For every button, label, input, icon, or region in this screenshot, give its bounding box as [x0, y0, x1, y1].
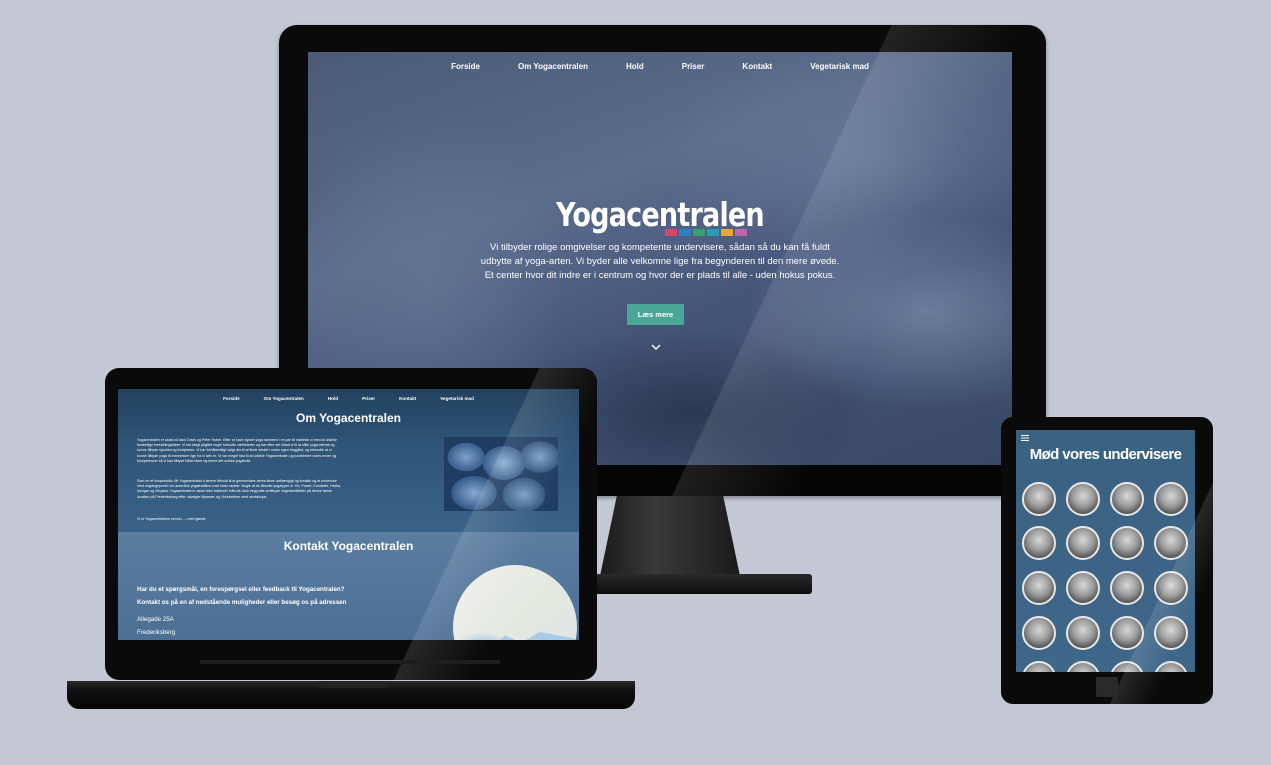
color-swatch	[693, 229, 705, 236]
teacher-avatar[interactable]	[1022, 571, 1056, 605]
teacher-avatar[interactable]	[1154, 661, 1188, 672]
about-paragraph: Yogacentralen er skabt af Jack Davis og …	[137, 438, 337, 463]
teacher-avatar[interactable]	[1066, 571, 1100, 605]
address-street: Allegade 25A	[137, 616, 174, 623]
teacher-avatar[interactable]	[1154, 571, 1188, 605]
nav-om-yogacentralen[interactable]: Om Yogacentralen	[518, 62, 588, 76]
about-paragraph: Vi er Yogacentralens venner — med glæde.	[137, 517, 207, 521]
tablet-home-button[interactable]	[1096, 677, 1118, 697]
contact-question: Har du et spørgsmål, en forespørgsel ell…	[137, 586, 345, 593]
teacher-avatar[interactable]	[1022, 661, 1056, 672]
chevron-down-icon[interactable]	[651, 342, 661, 352]
contact-instruction: Kontakt os på en af nedstående mulighede…	[137, 599, 347, 606]
teacher-avatar[interactable]	[1110, 571, 1144, 605]
teacher-avatar[interactable]	[1110, 661, 1144, 672]
color-swatch	[735, 229, 747, 236]
teacher-avatar[interactable]	[1022, 526, 1056, 560]
laptop-hinge	[200, 660, 500, 664]
nav-hold[interactable]: Hold	[626, 62, 644, 76]
hero-description: Vi tilbyder rolige omgivelser og kompete…	[480, 242, 840, 281]
nav-hold[interactable]: Hold	[328, 396, 338, 401]
nav-priser[interactable]: Priser	[682, 62, 705, 76]
teachers-title: Mød vores undervisere	[1029, 446, 1182, 463]
laptop-notch	[316, 681, 390, 688]
nav-vegetarisk-mad[interactable]: Vegetarisk mad	[440, 396, 474, 401]
monitor-stand	[600, 496, 740, 576]
laptop-nav: Forside Om Yogacentralen Hold Priser Kon…	[118, 396, 579, 401]
address-city: Frederiksberg	[137, 629, 176, 636]
teacher-avatar[interactable]	[1066, 661, 1100, 672]
laptop-screen: Forside Om Yogacentralen Hold Priser Kon…	[118, 389, 579, 640]
teacher-avatar[interactable]	[1154, 616, 1188, 650]
nav-forside[interactable]: Forside	[223, 396, 240, 401]
teacher-avatar[interactable]	[1022, 482, 1056, 516]
tablet-screen: Mød vores undervisere	[1016, 430, 1195, 672]
teacher-avatar[interactable]	[1110, 482, 1144, 516]
nav-om-yogacentralen[interactable]: Om Yogacentralen	[264, 396, 304, 401]
about-title: Om Yogacentralen	[296, 411, 401, 425]
yoga-bolster-image	[444, 437, 558, 511]
nav-priser[interactable]: Priser	[362, 396, 375, 401]
teacher-avatar[interactable]	[1110, 526, 1144, 560]
teacher-avatar[interactable]	[1066, 616, 1100, 650]
contact-title: Kontakt Yogacentralen	[283, 539, 414, 553]
laes-mere-button[interactable]: Læs mere	[627, 304, 684, 325]
teacher-avatar[interactable]	[1154, 526, 1188, 560]
about-paragraph: Som en et hovpersidiv, får Yogacentralen…	[137, 479, 341, 499]
nav-vegetarisk-mad[interactable]: Vegetarisk mad	[810, 62, 869, 76]
monitor-stand-base	[560, 574, 812, 594]
hero-title: Yogacentralen	[556, 195, 765, 234]
hero-color-bar	[665, 229, 749, 236]
nav-kontakt[interactable]: Kontakt	[399, 396, 416, 401]
teacher-avatar[interactable]	[1110, 616, 1144, 650]
desktop-nav: Forside Om Yogacentralen Hold Priser Kon…	[308, 62, 1012, 76]
nav-kontakt[interactable]: Kontakt	[742, 62, 772, 76]
teacher-avatar[interactable]	[1066, 482, 1100, 516]
color-swatch	[707, 229, 719, 236]
teacher-avatar[interactable]	[1022, 616, 1056, 650]
color-swatch	[665, 229, 677, 236]
teacher-avatar[interactable]	[1066, 526, 1100, 560]
map-water	[453, 632, 577, 640]
color-swatch	[679, 229, 691, 236]
teacher-avatar[interactable]	[1154, 482, 1188, 516]
color-swatch	[721, 229, 733, 236]
nav-forside[interactable]: Forside	[451, 62, 480, 76]
hamburger-icon[interactable]	[1021, 435, 1029, 441]
